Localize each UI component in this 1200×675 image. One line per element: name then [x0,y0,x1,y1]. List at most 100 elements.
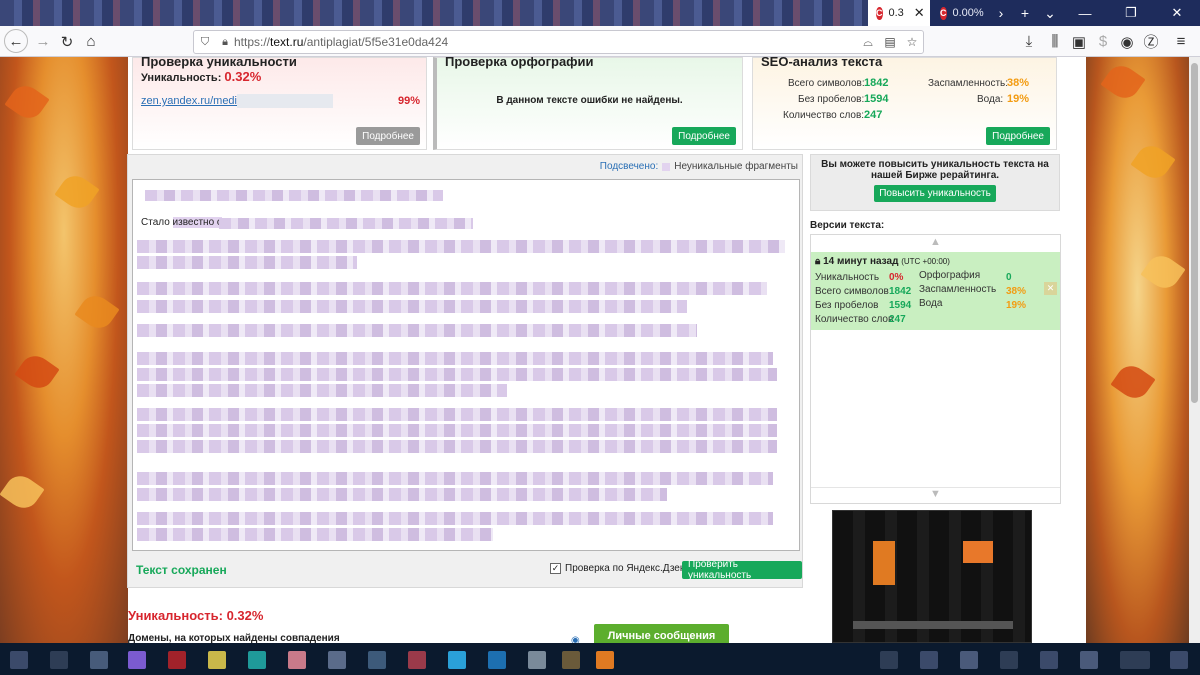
reload-button[interactable]: ↻ [54,29,80,54]
seo-details-button[interactable]: Подробнее [986,127,1050,145]
page-scrollbar[interactable] [1189,57,1200,643]
taskbar-app-icon[interactable] [288,651,306,669]
os-taskbar [0,643,1200,675]
card-title: Проверка орфографии [445,57,594,69]
tab-active[interactable]: С 0.3 ✕ [868,0,930,26]
notification-icon[interactable] [1170,651,1188,669]
currency-extension-icon[interactable]: $ [1090,29,1116,54]
seo-total-label: Всего символов: [788,78,865,89]
minimize-button[interactable]: — [1062,0,1108,26]
taskbar-app-icon[interactable] [128,651,146,669]
taskbar-app-icon[interactable] [90,651,108,669]
version-item[interactable]: 🔒︎ 14 минут назад (UTC +00:00) Уникально… [811,252,1060,330]
seo-nospace-label: Без пробелов: [798,94,865,105]
seo-total-value: 1842 [864,77,889,89]
browser-tab-strip: С 0.3 ✕ С 0.00% › + ⌄ — ❐ ✕ [0,0,1200,26]
increase-uniqueness-button[interactable]: Повысить уникальность [874,185,996,202]
lock-icon[interactable]: 🔒︎ [216,36,234,49]
ver-spell-value: 0 [1006,272,1012,283]
lock-icon: 🔒︎ [815,256,821,267]
taskbar-app-icon[interactable] [528,651,546,669]
blurred-text-line [137,512,773,525]
blurred-tabs[interactable] [0,0,868,26]
match-link[interactable]: zen.yandex.ru/media [141,95,243,107]
domains-heading: Домены, на которых найдены совпадения [128,633,340,643]
chevron-down-icon[interactable]: ▼ [811,487,1060,503]
taskbar-app-icon[interactable] [562,651,580,669]
tray-icon[interactable] [1040,651,1058,669]
library-icon[interactable]: ⫼ [1042,29,1068,54]
restore-button[interactable]: ❐ [1108,0,1154,26]
download-icon[interactable]: ⤓ [1016,29,1042,54]
uniqueness-card: Проверка уникальности Уникальность: 0.32… [132,57,427,150]
tray-icon[interactable] [1000,651,1018,669]
taskbar-app-icon[interactable] [168,651,186,669]
taskbar-app-icon[interactable] [408,651,426,669]
blurred-text-line [137,352,773,365]
new-tab-button[interactable]: + [1012,0,1038,26]
url-scheme: https:// [234,35,271,49]
delete-version-icon[interactable]: ✕ [1044,282,1057,295]
ad-banner[interactable] [832,510,1032,643]
spelling-details-button[interactable]: Подробнее [672,127,736,145]
taskbar-app-icon[interactable] [488,651,506,669]
taskbar-app-icon[interactable] [368,651,386,669]
tab-title: 0.3 [888,7,904,19]
clock[interactable] [1120,651,1150,669]
blurred-text-line [137,300,687,313]
ver-nospace-value: 1594 [889,300,912,311]
menu-icon[interactable]: ≡ [1168,29,1194,54]
home-button[interactable]: ⌂ [78,29,104,54]
chevron-up-icon[interactable]: ▲ [811,236,1060,248]
tabs-scroll-right-icon[interactable]: › [988,0,1014,26]
yandex-zen-checkbox-row[interactable]: ✓ Проверка по Яндекс.Дзен [550,563,685,574]
back-button[interactable]: ← [4,29,28,53]
taskbar-app-icon[interactable] [248,651,266,669]
seo-card: SEO-анализ текста Всего символов: 1842 Б… [752,57,1057,150]
tab-inactive[interactable]: С 0.00% [932,0,988,26]
taskbar-app-icon[interactable] [10,651,28,669]
match-percent: 99% [397,95,420,107]
taskbar-app-icon[interactable] [50,651,68,669]
sidebar-icon[interactable]: ▣ [1066,29,1092,54]
text-editor[interactable]: Стало известно о [132,179,800,551]
zotero-extension-icon[interactable]: Ⓩ [1138,29,1164,54]
pocket-icon[interactable]: ⌓ [857,35,879,50]
url-bar[interactable]: ⛉ 🔒︎ https://text.ru/antiplagiat/5f5e31e… [193,30,924,54]
taskbar-app-icon[interactable] [596,651,614,669]
bookmark-star-icon[interactable]: ☆ [901,35,923,49]
blurred-text-line [137,324,697,337]
close-window-button[interactable]: ✕ [1154,0,1200,26]
url-host: text.ru [270,35,304,49]
taskbar-app-icon[interactable] [208,651,226,669]
url-path: /antiplagiat/5f5e31e0da424 [303,35,449,49]
checkbox-label: Проверка по Яндекс.Дзен [565,563,686,574]
version-time: 14 минут назад [823,256,899,267]
check-uniqueness-button[interactable]: Проверить уникальность [682,559,802,581]
blurred-link-suffix [237,94,333,108]
ver-words-label: Количество слов [815,314,894,325]
yandex-zen-checkbox[interactable]: ✓ [550,563,561,574]
ver-nospace-label: Без пробелов [815,300,879,311]
close-icon[interactable]: ✕ [914,5,925,21]
seo-nospace-value: 1594 [864,93,889,105]
tray-icon[interactable] [920,651,938,669]
save-status: Текст сохранен [136,563,227,577]
scrollbar-thumb[interactable] [1191,63,1198,403]
forward-button[interactable]: → [30,29,56,54]
account-icon[interactable]: ◉ [1114,29,1140,54]
autumn-background-left [0,57,128,643]
versions-panel: ▲ 🔒︎ 14 минут назад (UTC +00:00) Уникаль… [810,234,1061,504]
taskbar-app-icon[interactable] [328,651,346,669]
uniqueness-details-button[interactable]: Подробнее [356,127,420,145]
tray-icon[interactable] [1080,651,1098,669]
list-tabs-icon[interactable]: ⌄ [1037,0,1063,26]
shield-icon[interactable]: ⛉ [194,36,216,49]
reader-view-icon[interactable]: ▤ [879,35,901,49]
ver-spam-value: 38% [1006,286,1027,297]
blurred-heading-line [145,190,443,201]
tray-icon[interactable] [880,651,898,669]
private-messages-button[interactable]: Личные сообщения [594,624,729,643]
tray-icon[interactable] [960,651,978,669]
taskbar-app-icon[interactable] [448,651,466,669]
